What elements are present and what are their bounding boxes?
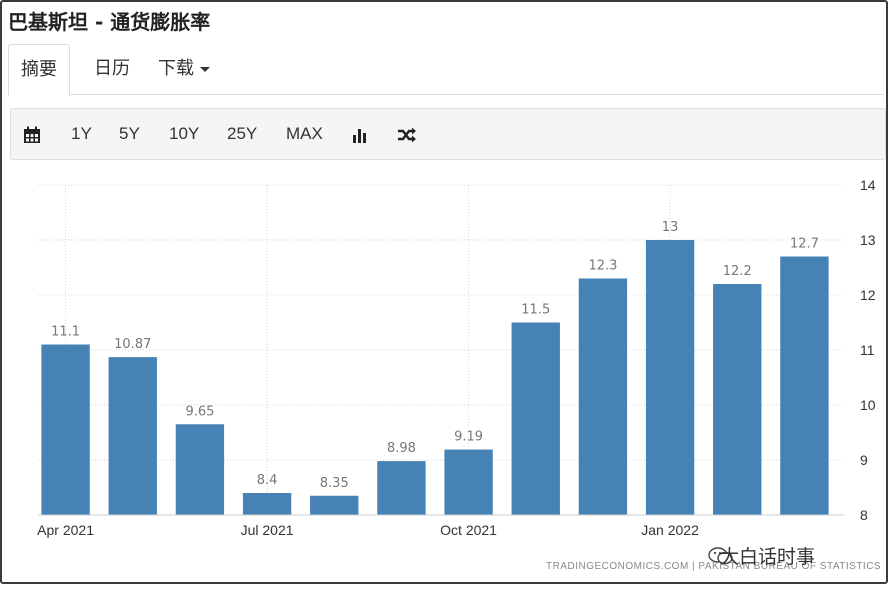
bar bbox=[41, 344, 90, 515]
y-tick-label: 9 bbox=[860, 452, 868, 468]
data-label: 12.3 bbox=[588, 259, 617, 274]
y-tick-label: 11 bbox=[860, 342, 875, 358]
data-label: 11.5 bbox=[521, 303, 550, 318]
y-tick-label: 12 bbox=[860, 287, 876, 303]
bar-chart-icon[interactable] bbox=[351, 109, 369, 159]
tab-bar: 摘要 日历 下载 bbox=[8, 44, 884, 96]
range-5y-button[interactable]: 5Y bbox=[119, 109, 140, 159]
tab-summary[interactable]: 摘要 bbox=[8, 44, 70, 96]
data-label: 8.4 bbox=[257, 473, 278, 488]
bar bbox=[645, 240, 695, 515]
bar bbox=[175, 424, 225, 515]
chart-toolbar: 1Y 5Y 10Y 25Y MAX bbox=[10, 108, 886, 160]
data-label: 13 bbox=[662, 220, 679, 235]
x-tick-label: Oct 2021 bbox=[440, 522, 497, 538]
data-label: 12.7 bbox=[790, 237, 819, 252]
inflation-bar-chart: 8 9 10 11 12 13 14 Apr 2021 Jul 2021 Oct 2021 Jan … bbox=[37, 177, 876, 538]
data-label: 8.98 bbox=[387, 441, 416, 456]
caret-down-icon bbox=[200, 66, 210, 72]
tab-download-label: 下载 bbox=[158, 58, 194, 79]
tab-calendar[interactable]: 日历 bbox=[94, 44, 130, 94]
range-1y-button[interactable]: 1Y bbox=[71, 109, 92, 159]
range-25y-button[interactable]: 25Y bbox=[227, 109, 257, 159]
shuffle-icon[interactable] bbox=[397, 109, 417, 159]
data-label: 9.65 bbox=[185, 404, 214, 419]
x-tick-label: Apr 2021 bbox=[37, 522, 94, 538]
y-tick-label: 10 bbox=[860, 397, 876, 413]
bar bbox=[377, 461, 426, 515]
data-label: 12.2 bbox=[723, 264, 752, 279]
data-label: 8.35 bbox=[320, 476, 349, 491]
y-tick-label: 14 bbox=[860, 177, 876, 193]
watermark-text: 大白话时事 bbox=[720, 546, 816, 568]
range-10y-button[interactable]: 10Y bbox=[169, 109, 199, 159]
bar bbox=[713, 284, 762, 515]
bar bbox=[511, 322, 560, 515]
bar bbox=[310, 495, 359, 515]
y-tick-label: 8 bbox=[860, 507, 868, 523]
y-tick-label: 13 bbox=[860, 232, 876, 248]
x-tick-label: Jul 2021 bbox=[241, 522, 294, 538]
data-label: 9.19 bbox=[454, 430, 483, 445]
bar bbox=[108, 357, 157, 515]
x-tick-label: Jan 2022 bbox=[641, 522, 699, 538]
bar bbox=[780, 256, 829, 515]
bar bbox=[444, 449, 493, 515]
tab-download[interactable]: 下载 bbox=[158, 44, 210, 94]
data-label: 11.1 bbox=[51, 325, 80, 340]
calendar-icon[interactable] bbox=[23, 109, 41, 159]
page-title: 巴基斯坦 - 通货膨胀率 bbox=[8, 10, 211, 34]
bar bbox=[578, 278, 628, 515]
data-label: 10.87 bbox=[114, 337, 151, 352]
range-max-button[interactable]: MAX bbox=[286, 109, 323, 159]
bar bbox=[242, 493, 292, 515]
chart-panel: 巴基斯坦 - 通货膨胀率 摘要 日历 下载 1Y 5Y 10Y 25Y MAX … bbox=[0, 0, 888, 584]
